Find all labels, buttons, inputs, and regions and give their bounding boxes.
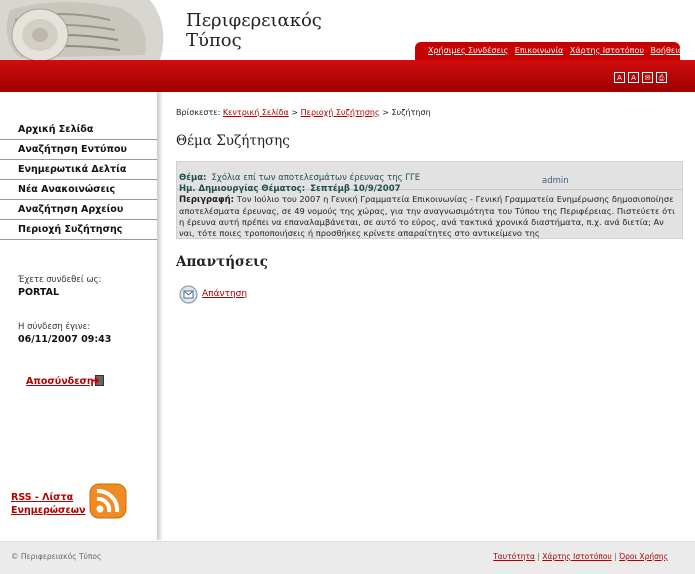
reply-link[interactable]: Απάντηση [202,289,247,299]
top-link-contact[interactable]: Επικοινωνία [515,46,564,55]
rss-link-line1: RSS - Λίστα [11,492,74,503]
footer-separator: | [614,552,617,561]
login-time: 06/11/2007 09:43 [18,334,112,345]
font-increase-icon[interactable]: A [628,72,639,83]
tool-icons: A A ✉ ⎙ [614,72,667,83]
nav-item-discussion-area[interactable]: Περιοχή Συζήτησης [0,220,157,240]
footer-link-sitemap[interactable]: Χάρτης Ιστοτόπου [542,552,612,561]
logged-in-user: PORTAL [18,287,60,298]
topic-heading: Θέμα Συζήτησης [176,133,290,149]
topic-author: admin [542,176,569,186]
site-title-line1: Περιφερειακός [186,10,322,31]
nav-item-announcements[interactable]: Νέα Ανακοινώσεις [0,180,157,200]
header-red-band [0,60,695,92]
font-decrease-icon[interactable]: A [614,72,625,83]
breadcrumb-discussion-link[interactable]: Περιοχή Συζήτησης [301,108,380,117]
header: Περιφερειακός Τύπος Χρήσιμες Συνδέσεις Ε… [0,0,695,92]
nav-item-search-archive[interactable]: Αναζήτηση Αρχείου [0,200,157,220]
sidebar-nav: Αρχική Σελίδα Αναζήτηση Εντύπου Ενημερωτ… [0,120,157,240]
logout-link[interactable]: Αποσύνδεση [26,376,94,387]
footer-link-terms[interactable]: Όροι Χρήσης [619,552,668,561]
topic-date-label: Ημ. Δημιουργίας Θέματος: [179,184,306,194]
nav-item-search-publication[interactable]: Αναζήτηση Εντύπου [0,140,157,160]
topic-box-header: Θέμα: Σχόλια επί των αποτελεσμάτων έρευν… [177,162,682,194]
nav-item-home[interactable]: Αρχική Σελίδα [0,120,157,140]
footer-links: Ταυτότητα | Χάρτης Ιστοτόπου | Όροι Χρήσ… [493,552,668,561]
site-title-line2: Τύπος [186,30,242,51]
rss-link-line2: Ενημερώσεων [11,505,86,516]
breadcrumb-prefix: Βρίσκεστε: [176,108,221,117]
footer-separator: | [537,552,540,561]
logged-in-label: Έχετε συνδεθεί ως: [18,275,102,285]
topic-box: Θέμα: Σχόλια επί των αποτελεσμάτων έρευν… [176,161,683,239]
breadcrumb: Βρίσκεστε: Κεντρική Σελίδα > Περιοχή Συζ… [176,108,431,117]
login-time-label: Η σύνδεση έγινε: [18,322,91,332]
topic-description-label: Περιγραφή: [179,195,235,205]
top-link-useful-links[interactable]: Χρήσιμες Συνδέσεις [428,46,508,55]
breadcrumb-separator: > [382,108,389,117]
reply-icon[interactable] [179,285,198,304]
rss-icon[interactable] [88,482,130,522]
breadcrumb-current: Συζήτηση [391,108,431,117]
sidebar-divider [157,92,163,540]
copyright: © Περιφερειακός Τύπος [11,552,102,561]
breadcrumb-home-link[interactable]: Κεντρική Σελίδα [223,108,289,117]
logout-icon[interactable] [92,374,105,387]
nav-item-newsletters[interactable]: Ενημερωτικά Δελτία [0,160,157,180]
footer: © Περιφερειακός Τύπος Ταυτότητα | Χάρτης… [0,541,695,574]
site-title: Περιφερειακός Τύπος [186,11,322,51]
print-icon[interactable]: ⎙ [656,72,667,83]
topic-date-row: Ημ. Δημιουργίας Θέματος: Σεπτέμβ 10/9/20… [179,176,401,195]
topic-description-text: Τον Ιούλιο του 2007 η Γενική Γραμματεία … [179,194,675,238]
topic-date: Σεπτέμβ 10/9/2007 [310,184,401,194]
rss-link[interactable]: RSS - Λίστα Ενημερώσεων [11,491,85,517]
top-links: Χρήσιμες Συνδέσεις Επικοινωνία Χάρτης Ισ… [428,46,683,55]
topic-description: Περιγραφή: Τον Ιούλιο του 2007 η Γενική … [177,190,682,239]
replies-heading: Απαντήσεις [176,254,268,270]
footer-link-identity[interactable]: Ταυτότητα [493,552,535,561]
breadcrumb-separator: > [291,108,299,117]
top-link-sitemap[interactable]: Χάρτης Ιστοτόπου [570,46,644,55]
email-icon[interactable]: ✉ [642,72,653,83]
top-link-help[interactable]: Βοήθεια [651,46,684,55]
